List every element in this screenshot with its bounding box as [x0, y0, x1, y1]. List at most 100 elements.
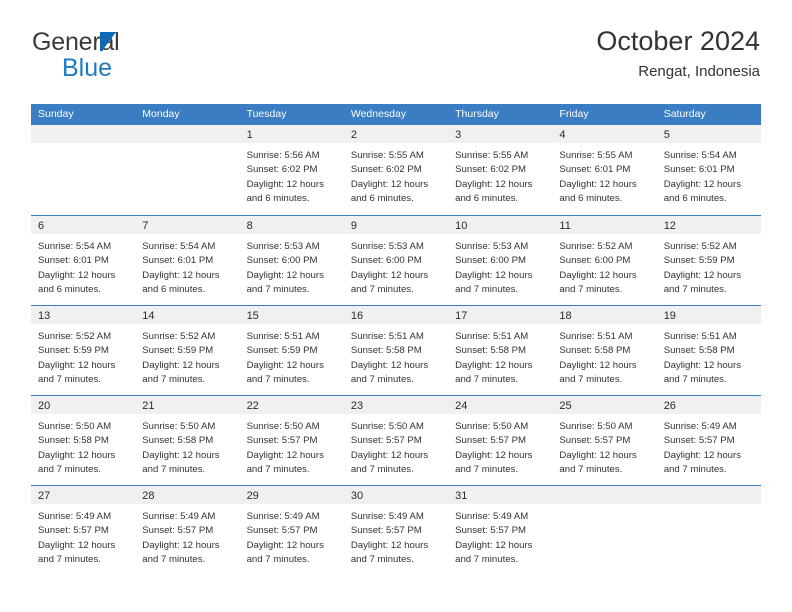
calendar-day-cell[interactable]: 27 Sunrise: 5:49 AM Sunset: 5:57 PM Dayligh… — [31, 486, 136, 575]
calendar-day-cell[interactable]: 15 Sunrise: 5:51 AM Sunset: 5:59 PM Dayligh… — [239, 306, 344, 395]
calendar-day-cell[interactable]: 31 Sunrise: 5:49 AM Sunset: 5:57 PM Dayligh… — [448, 486, 553, 575]
day-number-band — [656, 486, 761, 504]
day-number-band: 19 — [656, 306, 761, 324]
calendar-day-cell[interactable]: 28 Sunrise: 5:49 AM Sunset: 5:57 PM Dayligh… — [135, 486, 240, 575]
calendar-day-cell[interactable]: 8 Sunrise: 5:53 AM Sunset: 6:00 PM Daylight… — [239, 216, 344, 305]
day-number-band: 22 — [239, 396, 344, 414]
sunset-text: Sunset: 6:02 PM — [350, 164, 422, 176]
day-number: 22 — [246, 400, 259, 412]
daylight-text-line1: Daylight: 12 hours — [455, 359, 533, 371]
calendar-day-cell[interactable]: 21 Sunrise: 5:50 AM Sunset: 5:58 PM Dayligh… — [135, 396, 240, 485]
calendar-day-cell[interactable]: 30 Sunrise: 5:49 AM Sunset: 5:57 PM Dayligh… — [343, 486, 449, 575]
calendar-day-cell[interactable]: 4 Sunrise: 5:55 AM Sunset: 6:01 PM Daylight… — [552, 125, 657, 215]
daylight-text-line1: Daylight: 12 hours — [350, 178, 429, 190]
day-details: Sunrise: 5:56 AM Sunset: 6:02 PM Daylight:… — [240, 143, 344, 206]
calendar-day-cell[interactable]: 29 Sunrise: 5:49 AM Sunset: 5:57 PM Dayligh… — [239, 486, 344, 575]
daylight-text-line2: and 7 minutes. — [38, 373, 101, 385]
daylight-text-line2: and 7 minutes. — [350, 283, 414, 295]
calendar-day-cell[interactable]: 25 Sunrise: 5:50 AM Sunset: 5:57 PM Dayligh… — [552, 396, 657, 485]
day-number-band: 4 — [552, 125, 657, 143]
sunset-text: Sunset: 5:57 PM — [663, 435, 735, 447]
sunrise-text: Sunrise: 5:50 AM — [38, 421, 112, 432]
day-number-band: 1 — [239, 125, 344, 143]
sunrise-text: Sunrise: 5:53 AM — [246, 241, 320, 252]
daylight-text-line2: and 6 minutes. — [559, 192, 623, 204]
day-number: 8 — [246, 220, 253, 232]
day-number: 24 — [455, 400, 468, 412]
day-number: 7 — [142, 220, 149, 232]
title-block: October 2024 Rengat, Indonesia — [596, 26, 760, 80]
calendar-day-cell[interactable]: 10 Sunrise: 5:53 AM Sunset: 6:00 PM Dayligh… — [448, 216, 553, 305]
sunset-text: Sunset: 6:01 PM — [663, 164, 735, 176]
sunrise-text: Sunrise: 5:50 AM — [559, 421, 633, 432]
daylight-text-line2: and 6 minutes. — [38, 283, 101, 295]
sunset-text: Sunset: 6:00 PM — [246, 255, 318, 267]
calendar-week-row: 1 Sunrise: 5:56 AM Sunset: 6:02 PM Daylight… — [31, 125, 761, 215]
daylight-text-line1: Daylight: 12 hours — [38, 359, 116, 371]
sunrise-text: Sunrise: 5:52 AM — [142, 331, 216, 342]
calendar-day-cell[interactable]: 3 Sunrise: 5:55 AM Sunset: 6:02 PM Daylight… — [448, 125, 553, 215]
daylight-text-line2: and 7 minutes. — [559, 463, 623, 475]
calendar-day-cell[interactable]: 26 Sunrise: 5:49 AM Sunset: 5:57 PM Dayligh… — [656, 396, 761, 485]
sunset-text: Sunset: 5:57 PM — [246, 435, 318, 447]
day-details: Sunrise: 5:53 AM Sunset: 6:00 PM Daylight:… — [240, 234, 344, 297]
calendar-day-cell[interactable]: 20 Sunrise: 5:50 AM Sunset: 5:58 PM Dayligh… — [31, 396, 136, 485]
daylight-text-line1: Daylight: 12 hours — [350, 449, 429, 461]
sunrise-text: Sunrise: 5:55 AM — [455, 150, 529, 161]
sunrise-text: Sunrise: 5:51 AM — [350, 331, 424, 342]
day-number-band: 11 — [552, 216, 657, 234]
day-details: Sunrise: 5:49 AM Sunset: 5:57 PM Daylight:… — [448, 504, 552, 567]
calendar-day-cell[interactable]: 11 Sunrise: 5:52 AM Sunset: 6:00 PM Dayligh… — [552, 216, 657, 305]
calendar-day-cell[interactable]: 12 Sunrise: 5:52 AM Sunset: 5:59 PM Dayligh… — [656, 216, 761, 305]
day-number-band: 2 — [343, 125, 449, 143]
sunrise-text: Sunrise: 5:51 AM — [663, 331, 737, 342]
calendar-day-cell[interactable]: 22 Sunrise: 5:50 AM Sunset: 5:57 PM Dayligh… — [239, 396, 344, 485]
page-header: General Blue October 2024 Rengat, Indone… — [0, 26, 792, 98]
weekday-header-thursday: Thursday — [455, 108, 499, 120]
day-number-band: 13 — [31, 306, 136, 324]
calendar-day-cell[interactable]: 2 Sunrise: 5:55 AM Sunset: 6:02 PM Daylight… — [343, 125, 449, 215]
sunset-text: Sunset: 6:02 PM — [455, 164, 527, 176]
calendar-day-cell[interactable]: 7 Sunrise: 5:54 AM Sunset: 6:01 PM Daylight… — [135, 216, 240, 305]
daylight-text-line2: and 7 minutes. — [663, 283, 727, 295]
day-number: 30 — [350, 490, 364, 502]
daylight-text-line2: and 6 minutes. — [663, 192, 727, 204]
calendar-day-cell[interactable]: 17 Sunrise: 5:51 AM Sunset: 5:58 PM Dayligh… — [448, 306, 553, 395]
day-details: Sunrise: 5:54 AM Sunset: 6:01 PM Daylight:… — [657, 143, 761, 206]
calendar-day-cell[interactable]: 19 Sunrise: 5:51 AM Sunset: 5:58 PM Dayligh… — [656, 306, 761, 395]
calendar-day-cell[interactable]: 5 Sunrise: 5:54 AM Sunset: 6:01 PM Daylight… — [656, 125, 761, 215]
calendar-week-row: 20 Sunrise: 5:50 AM Sunset: 5:58 PM Dayligh… — [31, 395, 761, 485]
calendar-day-cell[interactable]: 6 Sunrise: 5:54 AM Sunset: 6:01 PM Daylight… — [31, 216, 136, 305]
daylight-text-line1: Daylight: 12 hours — [246, 178, 324, 190]
day-details: Sunrise: 5:51 AM Sunset: 5:58 PM Daylight:… — [448, 324, 552, 387]
calendar-day-cell[interactable]: 24 Sunrise: 5:50 AM Sunset: 5:57 PM Dayligh… — [448, 396, 553, 485]
calendar-day-cell[interactable]: 9 Sunrise: 5:53 AM Sunset: 6:00 PM Daylight… — [343, 216, 449, 305]
sunrise-text: Sunrise: 5:50 AM — [142, 421, 216, 432]
daylight-text-line2: and 7 minutes. — [455, 373, 519, 385]
calendar-day-cell[interactable]: 13 Sunrise: 5:52 AM Sunset: 5:59 PM Dayligh… — [31, 306, 136, 395]
day-details: Sunrise: 5:49 AM Sunset: 5:57 PM Daylight:… — [135, 504, 239, 567]
calendar-empty-cell — [552, 486, 657, 575]
daylight-text-line1: Daylight: 12 hours — [663, 178, 742, 190]
day-number-band: 31 — [448, 486, 553, 504]
day-number: 21 — [142, 400, 155, 412]
day-number-band: 7 — [135, 216, 240, 234]
day-number-band: 23 — [343, 396, 449, 414]
day-details: Sunrise: 5:55 AM Sunset: 6:01 PM Daylight:… — [552, 143, 656, 206]
calendar-empty-cell — [135, 125, 240, 215]
calendar-day-cell[interactable]: 1 Sunrise: 5:56 AM Sunset: 6:02 PM Daylight… — [239, 125, 344, 215]
calendar-day-cell[interactable]: 14 Sunrise: 5:52 AM Sunset: 5:59 PM Dayligh… — [135, 306, 240, 395]
calendar-day-cell[interactable]: 18 Sunrise: 5:51 AM Sunset: 5:58 PM Dayligh… — [552, 306, 657, 395]
day-number-band: 9 — [343, 216, 449, 234]
sunrise-text: Sunrise: 5:55 AM — [559, 150, 633, 161]
sunset-text: Sunset: 5:57 PM — [350, 525, 422, 537]
calendar-day-cell[interactable]: 16 Sunrise: 5:51 AM Sunset: 5:58 PM Dayligh… — [343, 306, 449, 395]
daylight-text-line1: Daylight: 12 hours — [455, 178, 533, 190]
sunset-text: Sunset: 5:58 PM — [38, 435, 109, 447]
generalblue-logo[interactable]: General Blue — [32, 26, 162, 86]
day-details: Sunrise: 5:50 AM Sunset: 5:57 PM Daylight:… — [344, 414, 448, 477]
calendar-day-cell[interactable]: 23 Sunrise: 5:50 AM Sunset: 5:57 PM Dayligh… — [343, 396, 449, 485]
day-number: 12 — [663, 220, 676, 232]
daylight-text-line2: and 7 minutes. — [142, 373, 206, 385]
weekday-header-saturday: Saturday — [663, 108, 706, 120]
